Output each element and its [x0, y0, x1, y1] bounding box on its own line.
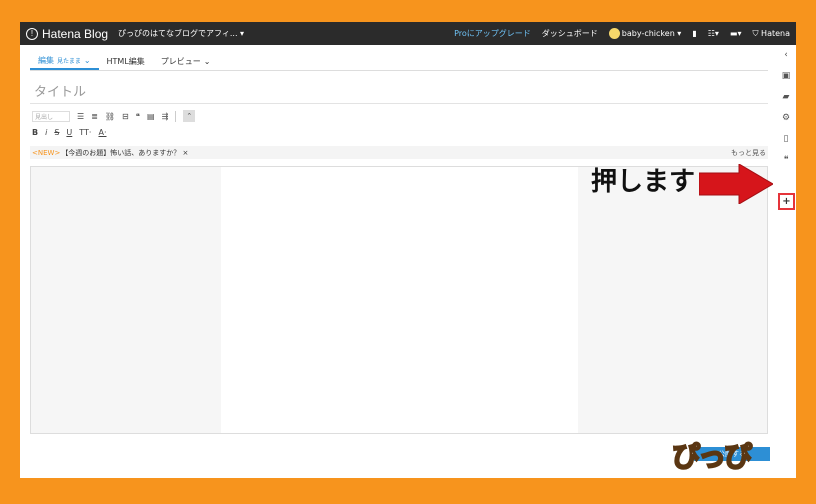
- pro-upgrade-link[interactable]: Proにアップグレード: [454, 28, 531, 39]
- heading-select-label: 見出し: [35, 113, 54, 121]
- tab-html-label: HTML編集: [106, 56, 145, 66]
- tab-edit-label: 編集: [38, 55, 54, 65]
- bookmark-icon[interactable]: ▮: [692, 29, 696, 38]
- indent-icon[interactable]: ⇶: [162, 112, 169, 121]
- hatena-logo-icon: !: [26, 27, 38, 40]
- text-color-label: A: [98, 127, 104, 137]
- table-icon[interactable]: ▤: [147, 112, 155, 121]
- text-size-label: T: [79, 127, 85, 137]
- more-link[interactable]: もっと見る: [731, 148, 766, 158]
- notification-icon[interactable]: ▬▾: [730, 29, 742, 38]
- user-menu[interactable]: baby-chicken ▾: [608, 28, 681, 39]
- red-arrow-icon: [699, 164, 773, 204]
- blog-name-dropdown[interactable]: ぴっぴのはてなブログでアフィ... ▾: [118, 28, 244, 39]
- grid-menu-icon[interactable]: ☷▾: [708, 29, 719, 38]
- chevron-down-icon: ⌄: [203, 56, 211, 66]
- editor-tabs: 編集 見たまま ⌄ HTML編集 プレビュー ⌄: [30, 52, 768, 71]
- user-name: baby-chicken: [621, 29, 675, 38]
- new-tag: <NEW>: [32, 148, 61, 157]
- chevron-left-icon[interactable]: ‹: [779, 48, 793, 62]
- app-frame: ! Hatena Blog ぴっぴのはてなブログでアフィ... ▾ Proにアッ…: [20, 22, 796, 478]
- photo-icon[interactable]: ▣: [779, 69, 793, 83]
- quote-icon[interactable]: ❝: [779, 153, 793, 167]
- chevron-up-icon[interactable]: ⌃: [183, 110, 196, 122]
- text-size-button[interactable]: TT·: [79, 128, 91, 137]
- dashboard-link[interactable]: ダッシュボード: [542, 28, 598, 39]
- avatar: [608, 28, 620, 39]
- bold-button[interactable]: B: [32, 128, 38, 137]
- hatena-blog-logo[interactable]: ! Hatena Blog: [26, 27, 108, 41]
- tab-html-edit[interactable]: HTML編集: [99, 52, 153, 70]
- hatena-label: Hatena: [761, 28, 790, 38]
- tab-edit[interactable]: 編集 見たまま ⌄: [30, 52, 99, 70]
- folder-icon[interactable]: ▰: [779, 90, 793, 104]
- read-more-icon[interactable]: ⊟: [122, 112, 129, 121]
- annotation-text: 押します: [591, 167, 696, 197]
- logo-text: Hatena Blog: [42, 26, 109, 41]
- tab-preview-label: プレビュー: [160, 56, 201, 66]
- underline-button[interactable]: U: [66, 128, 72, 137]
- right-sidebar: ‹ ▣ ▰ ⚙ ▯ ❝ +: [776, 45, 796, 478]
- blog-name-label: ぴっぴのはてなブログでアフィ...: [118, 29, 238, 38]
- gear-icon[interactable]: ⚙: [779, 111, 793, 125]
- plus-icon[interactable]: +: [778, 193, 795, 210]
- tab-preview[interactable]: プレビュー ⌄: [153, 52, 219, 70]
- link-icon[interactable]: ⛓: [105, 112, 115, 121]
- tab-edit-sub: 見たまま: [57, 57, 81, 65]
- heading-select[interactable]: 見出し: [32, 110, 70, 122]
- weekly-topic-link[interactable]: 【今週のお題】怖い話、ありますか？ ×: [61, 148, 188, 158]
- editor-body[interactable]: [221, 167, 578, 433]
- weekly-topic-notice: <NEW> 【今週のお題】怖い話、ありますか？ × もっと見る: [30, 146, 768, 159]
- bullet-list-icon[interactable]: ☰: [77, 112, 84, 121]
- editor-toolbar: 見出し ☰ ≣ ⛓ ⊟ ❝ ▤ ⇶ ⌃ B i S U TT· A·: [30, 108, 768, 140]
- top-bar: ! Hatena Blog ぴっぴのはてなブログでアフィ... ▾ Proにアッ…: [20, 22, 796, 45]
- strikethrough-button[interactable]: S: [54, 128, 59, 137]
- quote-icon[interactable]: ❝: [136, 112, 140, 121]
- hatena-account-link[interactable]: ⛉ Hatena: [753, 29, 791, 39]
- title-input[interactable]: タイトル: [30, 77, 768, 104]
- text-color-button[interactable]: A·: [98, 128, 106, 137]
- top-bar-right: Proにアップグレード ダッシュボード baby-chicken ▾ ▮ ☷▾ …: [454, 28, 790, 39]
- italic-button[interactable]: i: [45, 128, 47, 137]
- toolbar-divider: [175, 110, 177, 122]
- editor-area[interactable]: [30, 166, 768, 434]
- signature-watermark: ぴっぴ: [671, 439, 753, 474]
- chevron-down-icon: ⌄: [83, 55, 91, 65]
- numbered-list-icon[interactable]: ≣: [91, 112, 98, 121]
- document-icon[interactable]: ▯: [779, 132, 793, 146]
